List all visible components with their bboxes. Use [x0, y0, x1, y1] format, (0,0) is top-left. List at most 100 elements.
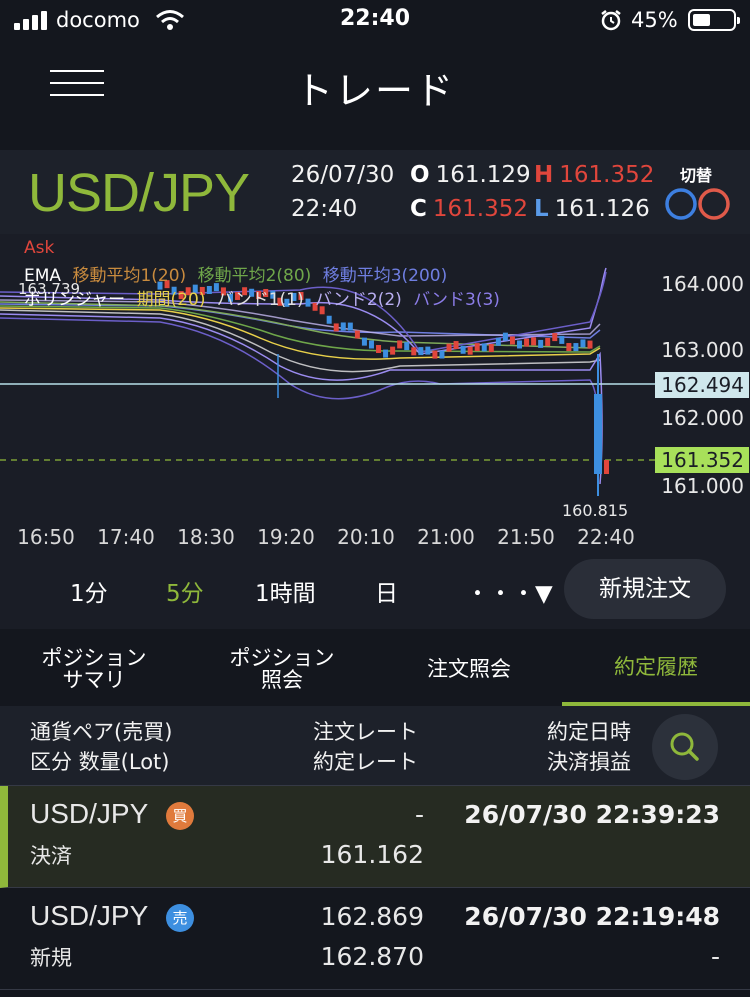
tab-bar: ポジション サマリ ポジション 照会 注文照会 約定履歴 [0, 632, 750, 706]
chart-candle [397, 340, 403, 349]
chart-candle [453, 341, 459, 350]
row-pl: - [710, 942, 720, 971]
x-tick-label: 16:50 [17, 525, 75, 549]
chart-candle [347, 322, 353, 331]
legend-ema: EMA [24, 266, 62, 286]
chart-candle [411, 347, 417, 356]
chart-candle [587, 340, 593, 349]
chart-candle [361, 337, 367, 346]
x-tick-label: 17:40 [97, 525, 155, 549]
quote-time: 22:40 [291, 196, 358, 222]
row-pair: USD/JPY [30, 900, 149, 931]
legend-price-type: Ask [24, 238, 55, 258]
crash-candle [594, 394, 602, 474]
row-pair: USD/JPY [30, 798, 149, 829]
app-header: トレード [0, 42, 750, 142]
chart-candle [390, 346, 396, 355]
price-chart[interactable]: 164.000 163.000 162.000 161.000 162.494 … [0, 234, 750, 554]
timeframe-bar: 1分 5分 1時間 日 ・・・▼ 新規注文 [0, 554, 750, 629]
low-value: 161.126 [554, 196, 650, 222]
table-row[interactable]: USD/JPY 買 決済 - 161.162 26/07/30 22:39:23 [0, 786, 750, 888]
col-datetime-header: 約定日時 [547, 720, 631, 744]
y-tick-label: 162.000 [661, 406, 744, 430]
row-exec-rate: 161.162 [320, 840, 424, 869]
chart-candle [559, 335, 565, 344]
tab-position-inquiry[interactable]: ポジション 照会 [188, 632, 376, 706]
chart-candle [538, 339, 544, 348]
current-price-tag: 162.494 [661, 373, 744, 397]
legend-bollinger: ボリンジャー 期間(20) バンド1(1) バンド2(2) バンド3(3) [24, 285, 500, 310]
chart-switch-icon[interactable] [664, 186, 734, 222]
timeframe-more-dropdown[interactable]: ・・・▼ [466, 574, 553, 608]
legend-ma3: 移動平均3(200) [322, 266, 448, 286]
chart-candle [495, 337, 501, 346]
new-order-button[interactable]: 新規注文 [564, 559, 726, 619]
status-bar: docomo 22:40 45% [0, 0, 750, 42]
col-pl-header: 決済損益 [547, 750, 631, 774]
x-tick-label: 18:30 [177, 525, 235, 549]
battery-percent: 45% [631, 8, 678, 32]
switch-label: 切替 [680, 166, 713, 185]
y-tick-label: 164.000 [661, 272, 744, 296]
low-price: L 161.126 [534, 196, 650, 222]
search-button[interactable] [652, 714, 718, 780]
y-tick-label: 163.000 [661, 338, 744, 362]
history-column-header: 通貨ペア(売買) 区分 数量(Lot) 注文レート 約定レート 約定日時 決済損… [0, 706, 750, 786]
chart-candle [524, 338, 530, 347]
chart-candle [425, 346, 431, 355]
battery-icon [688, 9, 740, 31]
x-tick-label: 21:00 [417, 525, 475, 549]
chart-candle [460, 345, 466, 354]
legend-bb: ボリンジャー [24, 290, 126, 310]
timeframe-1min[interactable]: 1分 [70, 574, 108, 608]
page-title: トレード [294, 69, 455, 113]
close-value: 161.352 [432, 196, 529, 222]
x-tick-label: 20:10 [337, 525, 395, 549]
chart-candle [333, 323, 339, 332]
tab-position-summary[interactable]: ポジション サマリ [0, 632, 188, 706]
x-tick-label: 19:20 [257, 525, 315, 549]
legend-moving-averages: EMA 移動平均1(20) 移動平均2(80) 移動平均3(200) [24, 261, 447, 286]
row-order-rate: - [414, 800, 424, 829]
close-label: C [410, 196, 427, 222]
timeframe-1hour[interactable]: 1時間 [255, 574, 316, 608]
tab-order-inquiry[interactable]: 注文照会 [376, 632, 562, 706]
col-order-rate-header: 注文レート [313, 720, 418, 744]
timeframe-day[interactable]: 日 [375, 574, 398, 608]
high-label: H [534, 162, 554, 188]
chart-candle [446, 343, 452, 352]
row-type: 決済 [30, 844, 72, 868]
chart-candle [488, 344, 494, 353]
quote-date: 26/07/30 [291, 162, 395, 188]
x-tick-label: 22:40 [577, 525, 635, 549]
alarm-icon [601, 10, 621, 31]
row-datetime: 26/07/30 22:19:48 [464, 902, 720, 931]
chart-candle [432, 350, 438, 359]
low-label: L [534, 196, 549, 222]
high-price: H 161.352 [534, 162, 654, 188]
chart-candle [326, 315, 332, 324]
currency-pair-name[interactable]: USD/JPY [28, 162, 250, 224]
last-candle [604, 460, 609, 474]
table-row[interactable]: USD/JPY 売 新規 162.869 162.870 26/07/30 22… [0, 888, 750, 990]
chart-candle [481, 343, 487, 352]
search-icon [670, 732, 699, 761]
legend-bb-band2: バンド2(2) [315, 290, 402, 310]
tab-execution-history[interactable]: 約定履歴 [562, 632, 750, 706]
chart-candle [552, 333, 558, 342]
chart-candle [545, 337, 551, 346]
chart-candle [404, 342, 410, 351]
chart-candle [580, 339, 586, 348]
chart-candle [340, 322, 346, 331]
chart-candle [439, 350, 445, 359]
timeframe-5min[interactable]: 5分 [166, 574, 204, 608]
open-value: 161.129 [435, 162, 531, 188]
low-marker: 160.815 [562, 501, 628, 520]
chart-candle [509, 336, 515, 345]
legend-bb-period: 期間(20) [136, 290, 206, 310]
col-type-header: 区分 数量(Lot) [30, 750, 170, 774]
close-price: C 161.352 [410, 196, 528, 222]
y-tick-label: 161.000 [661, 474, 744, 498]
chart-candle [368, 340, 374, 349]
chart-candle [467, 346, 473, 355]
